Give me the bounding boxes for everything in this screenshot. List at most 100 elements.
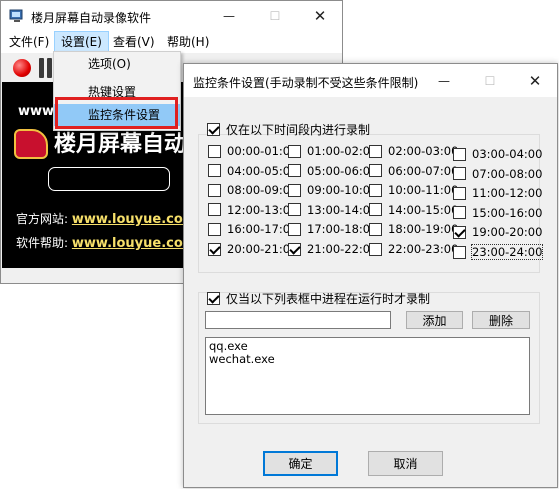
time-slot[interactable]: 11:00-12:00 [453,186,542,200]
delete-process-button[interactable]: 删除 [472,311,530,329]
time-slot-label: 07:00-08:00 [472,166,543,181]
time-restriction-toggle[interactable]: 仅在以下时间段内进行录制 [207,121,370,138]
time-slot-label: 12:00-13:00 [227,202,298,217]
menu-item-options[interactable]: 选项(O) [54,53,180,75]
time-slot-checkbox[interactable] [369,164,382,178]
time-slot[interactable]: 08:00-09:00 [208,183,297,197]
time-slot[interactable]: 07:00-08:00 [453,167,542,181]
pause-button[interactable] [39,58,53,78]
time-slot[interactable]: 19:00-20:00 [453,225,542,239]
main-titlebar[interactable]: 楼月屏幕自动录像软件 — ☐ ✕ [1,1,342,31]
time-slot[interactable]: 06:00-07:00 [369,164,458,178]
time-slot[interactable]: 04:00-05:00 [208,164,297,178]
process-name-input[interactable] [205,311,391,329]
logo-icon [14,129,48,159]
time-slot-label: 13:00-14:00 [307,202,378,217]
time-slot-label: 09:00-10:00 [307,183,378,198]
time-slot[interactable]: 03:00-04:00 [453,147,542,161]
maximize-button[interactable]: ☐ [252,1,298,31]
time-slot-checkbox[interactable] [453,206,466,220]
time-slot-label: 11:00-12:00 [472,186,543,201]
time-slot-checkbox[interactable] [369,242,382,256]
process-restriction-checkbox[interactable] [207,292,220,305]
time-slot-label: 14:00-15:00 [388,202,459,217]
website-link[interactable]: www.louyue.com [72,212,196,227]
time-slot-label: 01:00-02:00 [307,144,378,158]
settings-dropdown: 选项(O) 热键设置 监控条件设置 [53,51,181,131]
time-restriction-checkbox[interactable] [207,123,220,136]
time-slot[interactable]: 12:00-13:00 [208,203,297,217]
time-slot[interactable]: 01:00-02:00 [288,144,377,158]
time-slot[interactable]: 10:00-11:00 [369,183,458,197]
time-slot-label: 22:00-23:00 [388,242,459,256]
help-link[interactable]: www.louyue.com/ [72,236,201,251]
time-slot-checkbox[interactable] [369,183,382,197]
time-slot-checkbox[interactable] [288,183,301,197]
menu-file[interactable]: 文件(F) [3,31,55,53]
time-slot-checkbox[interactable] [288,203,301,217]
time-slot-checkbox[interactable] [208,242,221,256]
monitor-conditions-dialog: 监控条件设置(手动录制不受这些条件限制) — ☐ ✕ 仅在以下时间段内进行录制 … [183,63,558,488]
menu-settings[interactable]: 设置(E) [54,31,109,53]
process-list[interactable]: qq.exe wechat.exe [205,337,530,415]
add-process-button[interactable]: 添加 [406,311,463,329]
time-slot-checkbox[interactable] [208,203,221,217]
time-slot-checkbox[interactable] [208,144,221,158]
time-slot-checkbox[interactable] [288,242,301,256]
time-slot[interactable]: 14:00-15:00 [369,203,458,217]
time-slot[interactable]: 22:00-23:00 [369,242,458,256]
time-slot-checkbox[interactable] [453,147,466,161]
dialog-maximize-button[interactable]: ☐ [467,64,513,97]
time-slot[interactable]: 05:00-06:00 [288,164,377,178]
dialog-minimize-button[interactable]: — [421,64,467,97]
time-slot[interactable]: 00:00-01:00 [208,144,297,158]
menu-item-hotkeys[interactable]: 热键设置 [54,81,180,103]
time-slot-label: 05:00-06:00 [307,163,378,178]
time-slot-checkbox[interactable] [453,167,466,181]
close-button[interactable]: ✕ [297,1,343,31]
website-label: 官方网站: [16,212,69,226]
time-slot-checkbox[interactable] [369,222,382,236]
time-slot-label: 15:00-16:00 [472,205,543,220]
time-slot-checkbox[interactable] [453,225,466,239]
menu-item-monitor-conditions[interactable]: 监控条件设置 [54,104,180,126]
dialog-titlebar[interactable]: 监控条件设置(手动录制不受这些条件限制) — ☐ ✕ [184,64,557,97]
menu-view[interactable]: 查看(V) [107,31,161,53]
time-slot-label: 23:00-24:00 [470,244,544,260]
time-slot-checkbox[interactable] [453,245,466,259]
time-slot-checkbox[interactable] [453,186,466,200]
process-list-item[interactable]: wechat.exe [209,353,526,366]
time-slot-label: 03:00-04:00 [472,147,543,161]
time-slot[interactable]: 09:00-10:00 [288,183,377,197]
maximize-icon: ☐ [484,73,496,88]
dialog-close-button[interactable]: ✕ [512,64,558,97]
time-slot[interactable]: 18:00-19:00 [369,222,458,236]
time-slot-checkbox[interactable] [288,222,301,236]
time-slot-checkbox[interactable] [369,203,382,217]
main-window-title: 楼月屏幕自动录像软件 [31,11,152,25]
time-slot-label: 06:00-07:00 [388,163,459,178]
minimize-button[interactable]: — [206,1,252,31]
time-slot-checkbox[interactable] [288,144,301,158]
menu-help[interactable]: 帮助(H) [161,31,215,53]
time-slot[interactable]: 15:00-16:00 [453,206,542,220]
time-slot[interactable]: 16:00-17:00 [208,222,297,236]
time-slot[interactable]: 20:00-21:00 [208,242,297,256]
dialog-title: 监控条件设置(手动录制不受这些条件限制) [193,76,419,90]
time-slot-checkbox[interactable] [208,222,221,236]
time-slot[interactable]: 17:00-18:00 [288,222,377,236]
time-slot-checkbox[interactable] [369,144,382,158]
help-row: 软件帮助: www.louyue.com/ [16,234,201,251]
time-slot-checkbox[interactable] [288,164,301,178]
time-slot[interactable]: 21:00-22:00 [288,242,377,256]
process-restriction-toggle[interactable]: 仅当以下列表框中进程在运行时才录制 [207,290,430,307]
time-slot[interactable]: 02:00-03:00 [369,144,458,158]
time-slot-checkbox[interactable] [208,164,221,178]
time-slot-checkbox[interactable] [208,183,221,197]
time-slot-label: 20:00-21:00 [227,242,298,256]
record-button[interactable] [13,59,31,77]
cancel-button[interactable]: 取消 [368,451,443,476]
time-slot[interactable]: 23:00-24:00 [453,244,544,260]
ok-button[interactable]: 确定 [263,451,338,476]
time-slot[interactable]: 13:00-14:00 [288,203,377,217]
